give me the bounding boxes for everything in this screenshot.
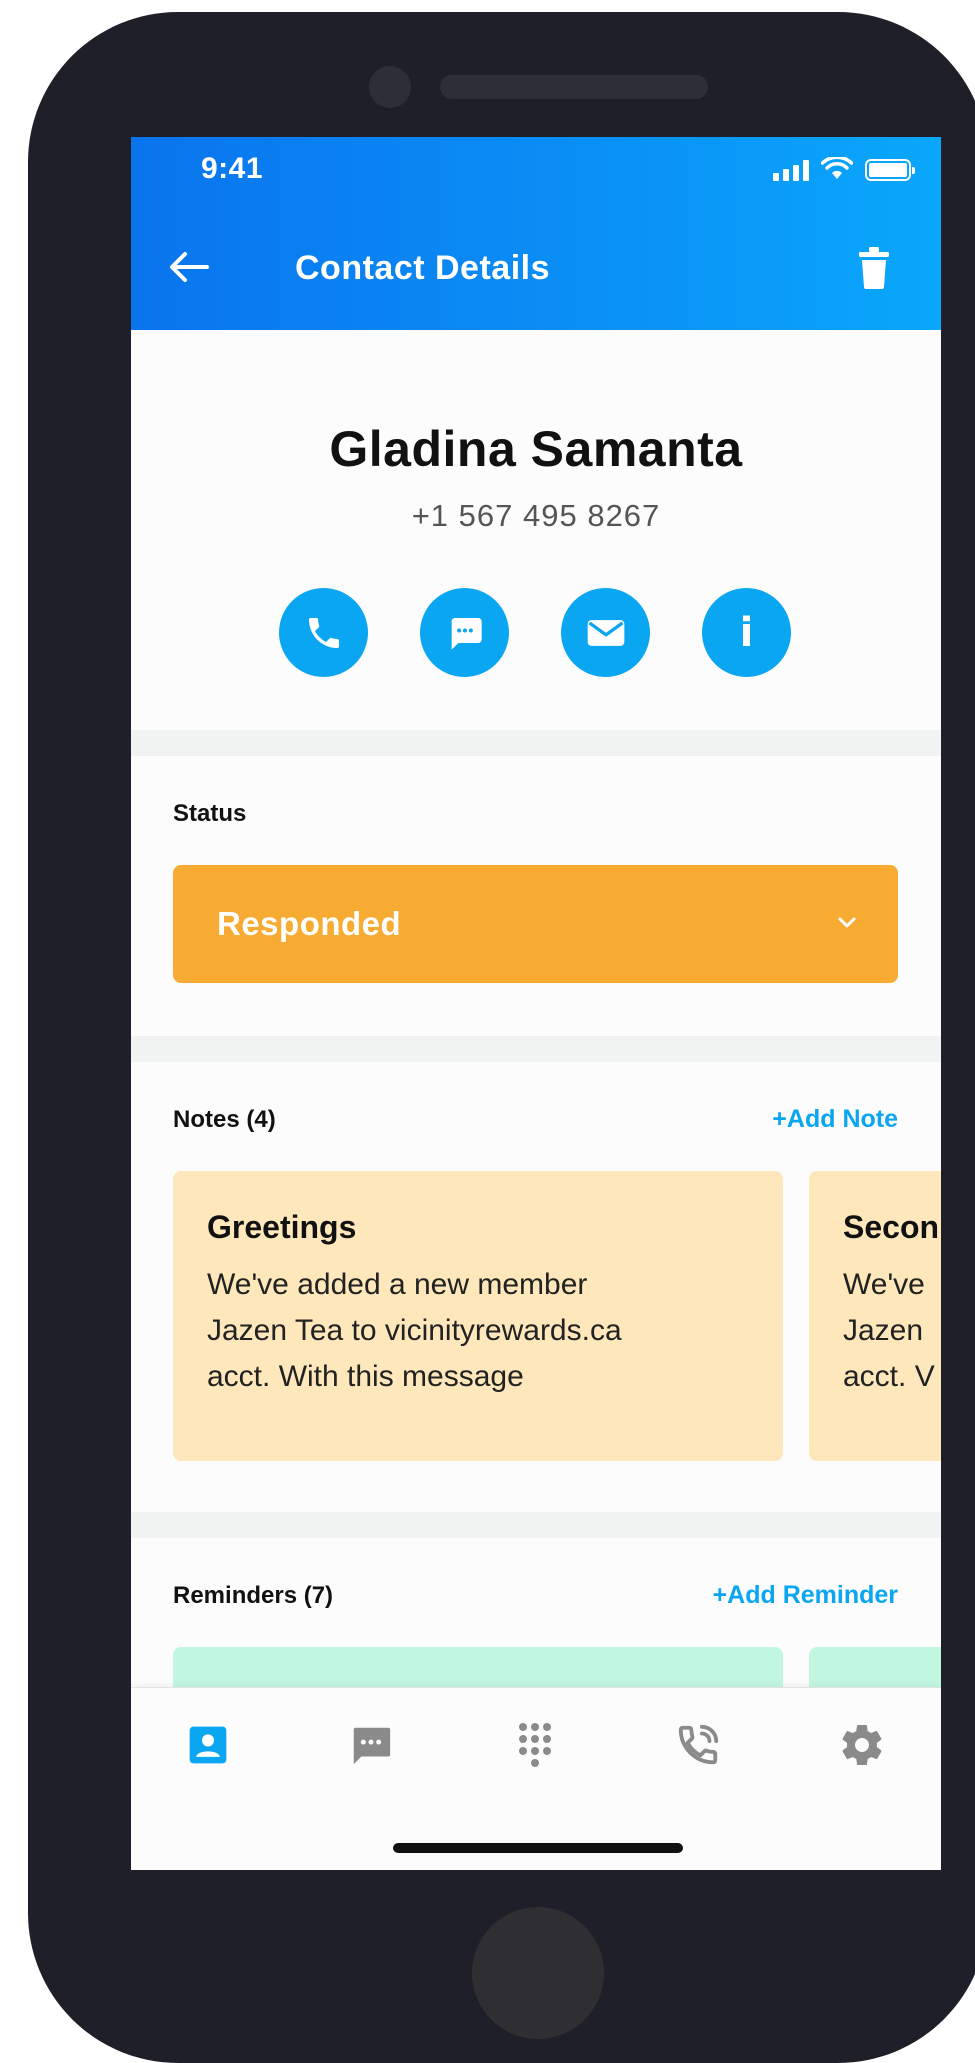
back-arrow-icon[interactable] [167, 249, 211, 285]
home-indicator [393, 1843, 683, 1853]
tab-messages[interactable] [346, 1720, 396, 1770]
contact-name: Gladina Samanta [329, 421, 743, 477]
contacts-icon [189, 1726, 227, 1764]
battery-icon [865, 159, 915, 181]
call-button[interactable] [279, 588, 368, 677]
status-time: 9:41 [201, 152, 264, 185]
phone-frame: 9:41 Contact Details Gladina Samanta +1 … [28, 12, 975, 2063]
settings-icon [842, 1725, 882, 1766]
app-screen: 9:41 Contact Details Gladina Samanta +1 … [131, 137, 941, 1870]
reminders-label: Reminders (7) [173, 1582, 334, 1609]
chat-icon [353, 1727, 391, 1765]
note-body: We've Jazen acct. V [843, 1268, 935, 1393]
bottom-tab-bar [131, 1687, 941, 1870]
contact-actions: i [279, 588, 791, 677]
message-icon [451, 617, 482, 650]
notes-label: Notes (4) [173, 1106, 276, 1133]
phone-icon [308, 617, 339, 648]
home-button[interactable] [472, 1907, 604, 2039]
status-section: Status Responded [131, 756, 941, 1036]
note-title: Greetings [207, 1209, 357, 1245]
status-dropdown[interactable]: Responded [173, 865, 898, 983]
trash-icon[interactable] [859, 247, 889, 289]
note-title: Secon [843, 1209, 940, 1245]
email-button[interactable] [561, 588, 650, 677]
message-button[interactable] [420, 588, 509, 677]
wifi-icon [821, 157, 853, 179]
earpiece-speaker [440, 75, 708, 99]
tab-contacts[interactable] [183, 1720, 233, 1770]
contact-phone: +1 567 495 8267 [411, 498, 661, 533]
page-title: Contact Details [295, 249, 550, 287]
add-reminder-link[interactable]: +Add Reminder [713, 1581, 898, 1610]
dialpad-icon [519, 1723, 551, 1767]
note-card[interactable]: Secon We've Jazen acct. V [809, 1171, 941, 1461]
status-icons [773, 153, 915, 181]
add-note-link[interactable]: +Add Note [772, 1105, 898, 1134]
chevron-down-icon [838, 917, 856, 928]
tab-dialpad[interactable] [510, 1720, 560, 1770]
status-value: Responded [217, 905, 402, 942]
info-button[interactable]: i [702, 588, 791, 677]
tab-settings[interactable] [837, 1720, 887, 1770]
status-label: Status [173, 800, 247, 827]
app-header: 9:41 Contact Details [131, 137, 941, 330]
mail-icon [587, 619, 624, 646]
contact-profile-card: Gladina Samanta +1 567 495 8267 i [131, 330, 941, 730]
front-camera [369, 66, 411, 108]
signal-icon [773, 159, 809, 181]
info-icon: i [739, 609, 754, 656]
note-body: We've added a new member Jazen Tea to vi… [207, 1268, 622, 1393]
tab-call-log[interactable] [673, 1720, 723, 1770]
notes-section: Notes (4) +Add Note Greetings We've adde… [131, 1062, 941, 1512]
call-log-icon [678, 1724, 719, 1765]
note-card[interactable]: Greetings We've added a new member Jazen… [173, 1171, 783, 1461]
